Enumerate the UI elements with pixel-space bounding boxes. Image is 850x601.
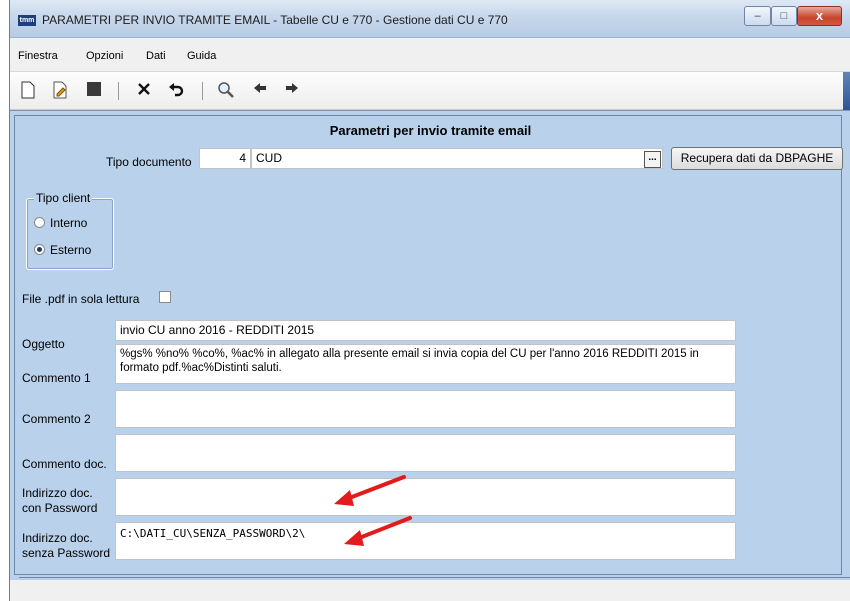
- menu-finestra[interactable]: Finestra: [18, 50, 58, 62]
- title-bar[interactable]: tmm PARAMETRI PER INVIO TRAMITE EMAIL - …: [10, 0, 850, 38]
- indirizzo-con-password-label-line1: Indirizzo doc.: [22, 486, 93, 500]
- tipo-client-legend: Tipo client: [34, 191, 93, 205]
- app-logo-icon: tmm: [18, 15, 36, 26]
- red-arrow-icon: [334, 475, 406, 506]
- oggetto-label: Oggetto: [22, 337, 65, 351]
- commento2-label: Commento 2: [22, 412, 91, 426]
- tipo-client-group: [26, 198, 114, 270]
- search-icon[interactable]: [216, 81, 236, 101]
- indirizzo-con-password-field[interactable]: [115, 478, 736, 516]
- lookup-button[interactable]: ...: [644, 151, 661, 168]
- interno-radio[interactable]: [34, 217, 45, 228]
- toolbar-chevron[interactable]: [843, 72, 850, 110]
- indirizzo-senza-password-field[interactable]: C:\DATI_CU\SENZA_PASSWORD\2\: [115, 522, 736, 560]
- commento1-label: Commento 1: [22, 371, 91, 385]
- esterno-radio[interactable]: [34, 244, 45, 255]
- window-title: PARAMETRI PER INVIO TRAMITE EMAIL - Tabe…: [42, 13, 508, 27]
- menu-guida[interactable]: Guida: [187, 50, 216, 62]
- pdf-readonly-checkbox[interactable]: [159, 291, 171, 303]
- close-button[interactable]: x: [797, 6, 842, 26]
- commento-doc-field[interactable]: [115, 434, 736, 472]
- indirizzo-senza-password-label-line1: Indirizzo doc.: [22, 531, 93, 545]
- indirizzo-senza-password-label: Indirizzo doc. senza Password: [22, 531, 110, 561]
- tipo-documento-code-field[interactable]: 4: [199, 148, 251, 169]
- form-title: Parametri per invio tramite email: [329, 123, 532, 138]
- indirizzo-senza-password-label-line2: senza Password: [22, 546, 111, 560]
- esterno-label: Esterno: [50, 243, 92, 257]
- commento-doc-label: Commento doc.: [22, 457, 107, 471]
- pdf-readonly-label: File .pdf in sola lettura: [22, 292, 140, 306]
- tipo-documento-name-field[interactable]: CUD: [251, 148, 663, 169]
- commento2-field[interactable]: [115, 390, 736, 428]
- oggetto-field[interactable]: invio CU anno 2016 - REDDITI 2015: [115, 320, 736, 341]
- status-bar: [10, 580, 850, 601]
- tipo-documento-label: Tipo documento: [106, 155, 192, 169]
- commento1-field[interactable]: %gs% %no% %co%, %ac% in allegato alla pr…: [115, 344, 736, 384]
- toolbar-separator: [202, 82, 203, 100]
- commento1-line2: formato pdf.%ac%Distinti saluti.: [120, 362, 282, 374]
- minimize-button[interactable]: –: [744, 6, 771, 26]
- undo-icon[interactable]: [166, 81, 186, 101]
- save-icon[interactable]: [84, 81, 104, 101]
- form-bottom-border: [19, 577, 850, 578]
- recupera-dati-button[interactable]: Recupera dati da DBPAGHE: [671, 147, 843, 170]
- indirizzo-con-password-label-line2: con Password: [22, 501, 98, 515]
- commento1-line1: %gs% %no% %co%, %ac% in allegato alla pr…: [120, 348, 699, 360]
- interno-label: Interno: [50, 216, 88, 230]
- menu-dati[interactable]: Dati: [146, 50, 166, 62]
- maximize-button[interactable]: □: [771, 6, 797, 26]
- edit-document-icon[interactable]: [50, 81, 70, 101]
- arrow-left-icon[interactable]: [250, 81, 270, 101]
- arrow-right-icon[interactable]: [282, 81, 302, 101]
- new-document-icon[interactable]: [18, 81, 38, 101]
- delete-icon[interactable]: [134, 81, 154, 101]
- indirizzo-con-password-label: Indirizzo doc. con Password: [22, 486, 97, 516]
- menu-opzioni[interactable]: Opzioni: [86, 50, 123, 62]
- application-window: tmm PARAMETRI PER INVIO TRAMITE EMAIL - …: [9, 0, 850, 601]
- toolbar: [10, 72, 850, 110]
- toolbar-separator: [118, 82, 119, 100]
- red-arrow-icon: [344, 516, 412, 546]
- menu-bar: Finestra Opzioni Dati Guida: [10, 38, 850, 72]
